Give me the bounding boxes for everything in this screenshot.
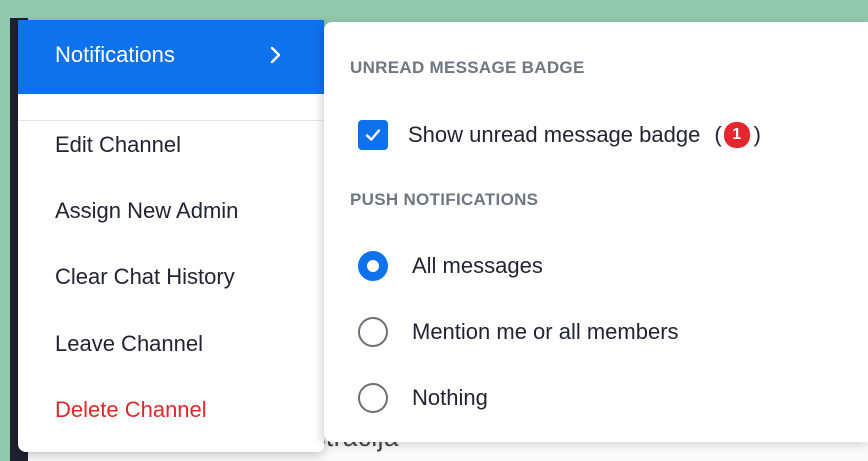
menu-item-label: Leave Channel: [55, 331, 204, 356]
unread-count-badge: 1: [723, 122, 750, 148]
menu-item-clear-chat-history[interactable]: Clear Chat History: [18, 252, 324, 302]
radio-button[interactable]: [358, 383, 388, 413]
push-option-all-messages[interactable]: All messages: [358, 249, 543, 283]
menu-item-edit-channel[interactable]: Edit Channel: [18, 120, 324, 170]
push-option-nothing[interactable]: Nothing: [358, 381, 488, 415]
badge-paren-open: (: [714, 122, 722, 147]
notifications-submenu: UNREAD MESSAGE BADGE Show unread message…: [324, 22, 868, 442]
push-notifications-section-title: PUSH NOTIFICATIONS: [350, 190, 539, 209]
radio-button-selected[interactable]: [358, 251, 388, 281]
push-option-mention-me[interactable]: Mention me or all members: [358, 315, 679, 349]
menu-item-label: Clear Chat History: [55, 264, 235, 289]
radio-button[interactable]: [358, 317, 388, 347]
menu-item-assign-new-admin[interactable]: Assign New Admin: [18, 186, 324, 236]
menu-item-label: Edit Channel: [55, 132, 181, 157]
chevron-right-icon: [270, 46, 281, 64]
unread-badge-section-title: UNREAD MESSAGE BADGE: [350, 58, 585, 77]
menu-item-notifications[interactable]: Notifications: [18, 20, 324, 94]
menu-item-label: Delete Channel: [55, 397, 207, 422]
badge-preview: ( 1 ): [714, 122, 761, 148]
push-option-label: All messages: [412, 253, 543, 278]
push-option-label: Mention me or all members: [412, 319, 679, 344]
show-unread-badge-label: Show unread message badge: [408, 122, 701, 147]
menu-item-label: Notifications: [55, 42, 175, 67]
menu-item-leave-channel[interactable]: Leave Channel: [18, 319, 324, 369]
menu-item-label: Assign New Admin: [55, 198, 239, 223]
show-unread-badge-checkbox[interactable]: [358, 120, 388, 150]
badge-paren-close: ): [753, 122, 761, 147]
push-option-label: Nothing: [412, 385, 488, 410]
show-unread-badge-option[interactable]: Show unread message badge ( 1 ): [358, 120, 761, 150]
menu-item-delete-channel[interactable]: Delete Channel: [18, 385, 324, 435]
channel-context-menu: Notifications Edit Channel Assign New Ad…: [18, 20, 324, 452]
checkmark-icon: [365, 129, 381, 141]
